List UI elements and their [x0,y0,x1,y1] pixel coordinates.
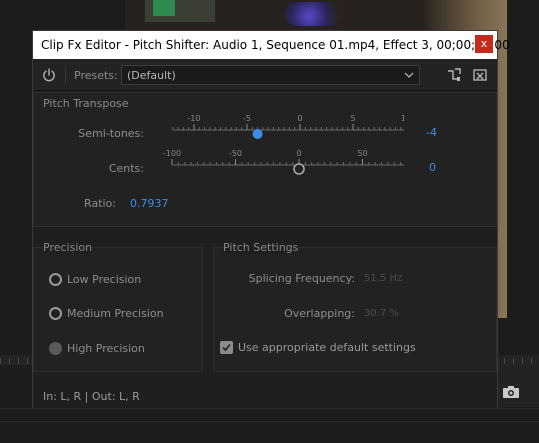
radio-selected-icon [49,342,62,355]
chevron-down-icon [404,72,414,78]
high-precision-label: High Precision [67,342,145,355]
semitones-value[interactable]: -4 [426,126,437,139]
presets-dropdown[interactable]: (Default) [121,65,420,85]
dialog-statusbar: In: L, R | Out: L, R [33,377,497,408]
close-button[interactable]: x [475,35,493,53]
video-frame-region [153,0,175,16]
overlapping-value: 30.7 % [364,308,399,319]
pitch-transpose-panel: Pitch Transpose Semi-tones: -10-50510 -4… [33,92,497,227]
slider-tick-label: -10 [187,115,200,123]
cents-value[interactable]: 0 [429,161,436,174]
splicing-frequency-value: 51.5 Hz [364,273,403,284]
presets-selected-value: (Default) [127,69,176,82]
checkbox-checked-icon [220,341,233,354]
radio-circle-icon [49,307,62,320]
slider-tick-label: -50 [229,150,242,158]
video-frame-region [285,2,345,26]
splicing-frequency-label: Splicing Frequency: [248,272,355,285]
power-icon[interactable] [41,67,57,83]
export-frame-camera-icon[interactable] [503,386,519,398]
use-default-settings-checkbox[interactable]: Use appropriate default settings [220,341,416,354]
slider-handle[interactable] [252,129,263,139]
dialog-title: Clip Fx Editor - Pitch Shifter: Audio 1,… [41,38,510,52]
slider-tick-label: 0 [296,150,301,158]
semitones-label: Semi-tones: [78,127,144,140]
routing-icon[interactable] [446,67,462,83]
radio-circle-icon [49,273,62,286]
ratio-value: 0.7937 [130,197,169,210]
slider-tick-label: -5 [243,115,251,123]
clip-fx-editor-dialog: Clip Fx Editor - Pitch Shifter: Audio 1,… [32,30,510,408]
slider-tick-label: 50 [357,150,367,158]
slider-tick-label: -100 [163,150,181,158]
pitch-settings-title: Pitch Settings [223,241,299,254]
cents-slider[interactable]: -100-50050100 [134,150,404,186]
use-default-settings-label: Use appropriate default settings [238,341,416,354]
high-precision-radio[interactable]: High Precision [49,342,145,355]
medium-precision-radio[interactable]: Medium Precision [49,307,164,320]
presets-label: Presets: [74,69,118,82]
cents-label: Cents: [108,162,144,175]
precision-title: Precision [43,241,93,254]
io-channels-text: In: L, R | Out: L, R [43,390,140,403]
timeline-panel [0,408,539,443]
low-precision-radio[interactable]: Low Precision [49,273,141,286]
effect-toolbar: Presets: (Default) [33,59,497,91]
clear-icon[interactable] [473,68,487,82]
medium-precision-label: Medium Precision [67,307,164,320]
dialog-titlebar[interactable]: Clip Fx Editor - Pitch Shifter: Audio 1,… [33,31,510,59]
ratio-label: Ratio: [84,197,116,210]
low-precision-label: Low Precision [67,273,142,286]
overlapping-label: Overlapping: [284,307,355,320]
slider-tick-label: 10 [401,115,404,123]
pitch-transpose-title: Pitch Transpose [43,97,129,110]
pitch-settings-panel: Pitch Settings Splicing Frequency: 51.5 … [213,241,497,372]
slider-tick-label: 0 [297,115,302,123]
slider-tick-label: 5 [350,115,355,123]
precision-panel: Precision Low Precision Medium Precision… [33,241,203,372]
semitones-slider[interactable]: -10 -5 0 5 10 [134,115,404,151]
toolbar-divider [65,66,66,84]
slider-handle[interactable] [293,163,305,175]
